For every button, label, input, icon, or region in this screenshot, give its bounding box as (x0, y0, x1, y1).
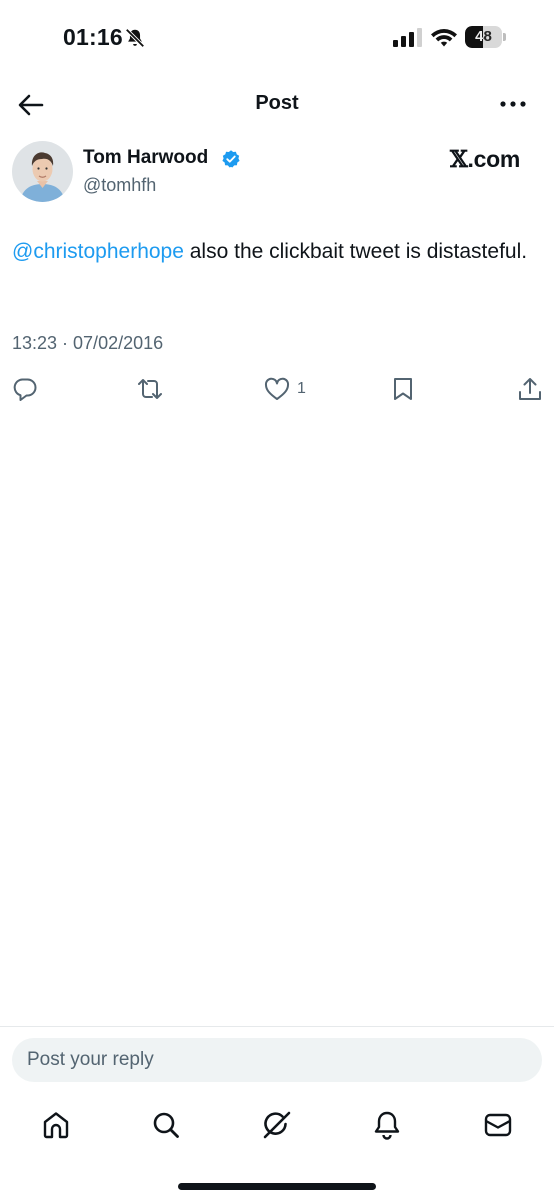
reply-button[interactable] (11, 374, 39, 404)
messages-icon (484, 1113, 512, 1137)
author-name[interactable]: Tom Harwood (83, 147, 208, 169)
page-title: Post (255, 92, 299, 114)
home-indicator (178, 1183, 376, 1190)
author-handle[interactable]: @tomhfh (83, 175, 156, 196)
mention-link[interactable]: @christopherhope (12, 240, 184, 263)
nav-grok[interactable] (260, 1108, 294, 1142)
reply-icon (13, 378, 37, 401)
nav-home[interactable] (39, 1108, 73, 1142)
bell-off-icon (125, 28, 145, 48)
post-text: @christopherhope also the clickbait twee… (12, 236, 532, 267)
nav-notifications[interactable] (370, 1108, 404, 1142)
retweet-icon (138, 379, 162, 399)
avatar[interactable] (12, 141, 73, 202)
more-dots-icon[interactable] (498, 94, 528, 114)
share-icon (519, 378, 541, 400)
search-icon (153, 1112, 179, 1138)
battery-icon: 48 (465, 26, 507, 48)
bookmark-icon (394, 378, 412, 400)
like-icon (264, 377, 290, 400)
share-button[interactable] (516, 374, 544, 404)
home-icon (43, 1112, 69, 1139)
bottom-nav (0, 1100, 554, 1150)
reply-input[interactable]: Post your reply (12, 1038, 542, 1082)
post-timestamp[interactable]: 13:23 · 07/02/2016 (12, 333, 163, 354)
status-time: 01:16 (63, 24, 123, 50)
post-header: Post (0, 80, 554, 130)
x-logo-suffix: .com (467, 146, 521, 172)
verified-badge-icon (222, 150, 240, 168)
post-body: also the clickbait tweet is distasteful. (183, 240, 528, 263)
nav-search[interactable] (149, 1108, 183, 1142)
retweet-button[interactable] (136, 374, 164, 404)
status-bar: 01:16 48 (0, 0, 554, 76)
action-bar: 1 (0, 372, 554, 406)
x-com-logo: 𝕏.com (450, 146, 520, 173)
reply-placeholder: Post your reply (27, 1049, 154, 1070)
nav-messages[interactable] (481, 1108, 515, 1142)
divider (0, 1026, 554, 1027)
avatar-photo (12, 141, 73, 202)
bookmark-button[interactable] (389, 374, 417, 404)
battery-level: 48 (475, 28, 492, 45)
grok-icon (263, 1111, 291, 1139)
cellular-signal-icon (393, 28, 422, 47)
like-button[interactable]: 1 (263, 374, 306, 404)
notifications-icon (374, 1111, 400, 1140)
x-logo-mark: 𝕏 (450, 146, 468, 173)
like-count: 1 (297, 380, 306, 397)
wifi-icon (431, 29, 457, 47)
